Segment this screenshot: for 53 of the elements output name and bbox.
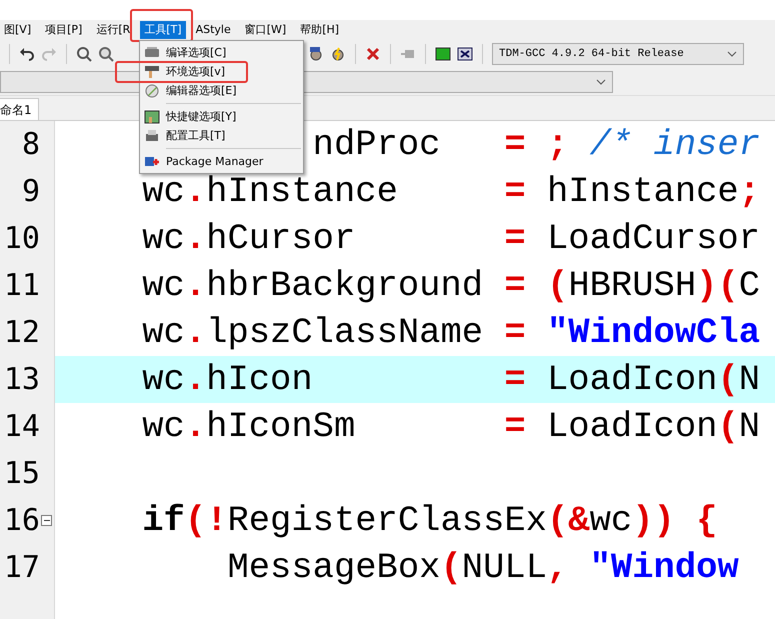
menu-item[interactable]: 图[V] [0,21,36,39]
line-number: 13 [2,362,40,397]
menu-entry[interactable]: 编译选项[C] [140,43,232,62]
menu-entry[interactable]: 环境选项[v] [140,62,232,81]
line-number: 17 [2,550,40,585]
menu-entry-label: 配置工具[T] [166,128,226,143]
chevron-down-icon [727,51,737,57]
file-tab[interactable]: 命名1 [0,98,39,120]
cross-icon [365,46,381,62]
code-line: wc.hInstance = hInstance; [142,171,760,212]
menu-entry[interactable]: Package Manager [140,152,270,171]
magnifier-icon [76,46,92,62]
code-line: wc.hCursor = LoadCursor [142,218,760,259]
code-editor[interactable] [0,121,775,619]
code-line: MessageBox(NULL, "Window [227,547,739,588]
fold-toggle[interactable] [41,515,52,526]
menu-item[interactable]: AStyle [192,21,235,39]
menu-entry-label: 快捷键选项[Y] [166,109,236,124]
menu-entry[interactable]: 配置工具[T] [140,126,232,145]
chevron-down-icon [596,78,606,84]
menu-entry[interactable]: 编辑器选项[E] [140,81,243,100]
menu-entry-label: Package Manager [166,155,264,168]
menu-item[interactable]: 窗口[W] [240,21,290,39]
code-line: wc.hbrBackground = (HBRUSH)(C [142,265,760,306]
code-line: wc.lpszClassName = "WindowCla [142,312,760,353]
menu-entry-label: 环境选项[v] [166,64,226,79]
line-number: 15 [2,456,40,491]
compiler-select[interactable]: TDM-GCC 4.9.2 64-bit Release [492,43,744,65]
undo-icon [19,46,35,62]
menu-item[interactable]: 帮助[H] [296,21,344,39]
code-line: if(!RegisterClassEx(&wc)) { [142,500,718,541]
printer-icon [144,128,160,144]
line-number: 16 [2,503,40,538]
code-line: wc.hIconSm = LoadIcon(N [142,406,760,447]
line-number: 8 [20,127,40,162]
monitor-icon [435,46,451,62]
magnifier-icon [98,46,114,62]
menu-item[interactable]: 运行[R [92,21,134,39]
line-number: 10 [2,221,40,256]
menu-entry-label: 编译选项[C] [166,45,226,60]
line-number: 14 [2,409,40,444]
pencil-icon [144,82,160,98]
code-line: ndProc = ; /* inser [312,124,760,165]
code-line: wc.hIcon = LoadIcon(N [142,359,760,400]
menu-entry[interactable]: 快捷键选项[Y] [140,107,242,126]
menu-entry-label: 编辑器选项[E] [166,83,237,98]
menu-item[interactable]: 工具[T] [140,21,186,39]
close-window-icon [457,46,473,62]
line-number: 9 [20,174,40,209]
line-number: 12 [2,315,40,350]
menu-item[interactable]: 项目[P] [41,21,86,39]
redo-icon [41,46,57,62]
line-number: 11 [2,268,40,303]
